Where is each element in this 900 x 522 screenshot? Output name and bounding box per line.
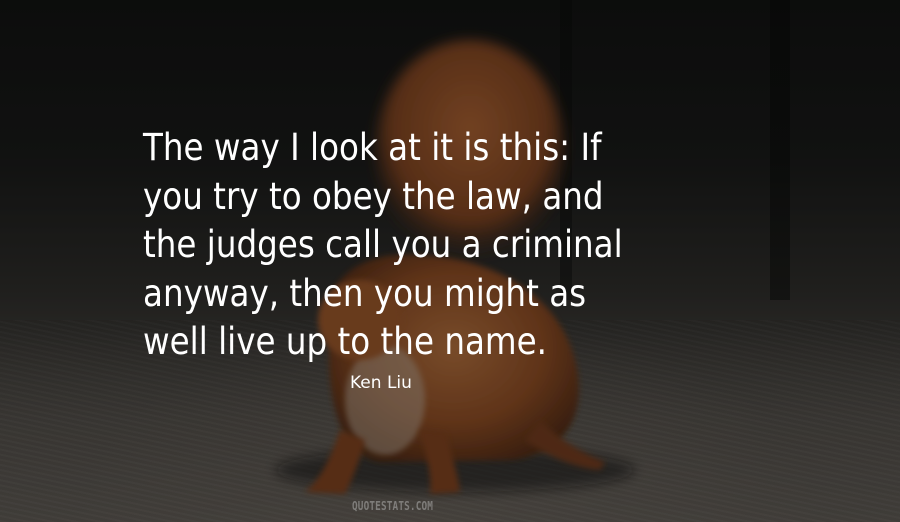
quote-author: Ken Liu <box>350 373 412 393</box>
watermark: QUOTESTATS.COM <box>352 499 434 513</box>
quote-line: anyway, then you might as <box>143 271 587 315</box>
quote-line: well live up to the name. <box>143 320 548 363</box>
quote-line: the judges call you a criminal <box>143 223 623 266</box>
quote-text: The way I look at it is this: If you try… <box>143 124 724 367</box>
quote-image: The way I look at it is this: If you try… <box>0 0 900 522</box>
quote-line: you try to obey the law, and <box>143 174 604 218</box>
quote-line: The way I look at it is this: If <box>143 126 602 169</box>
